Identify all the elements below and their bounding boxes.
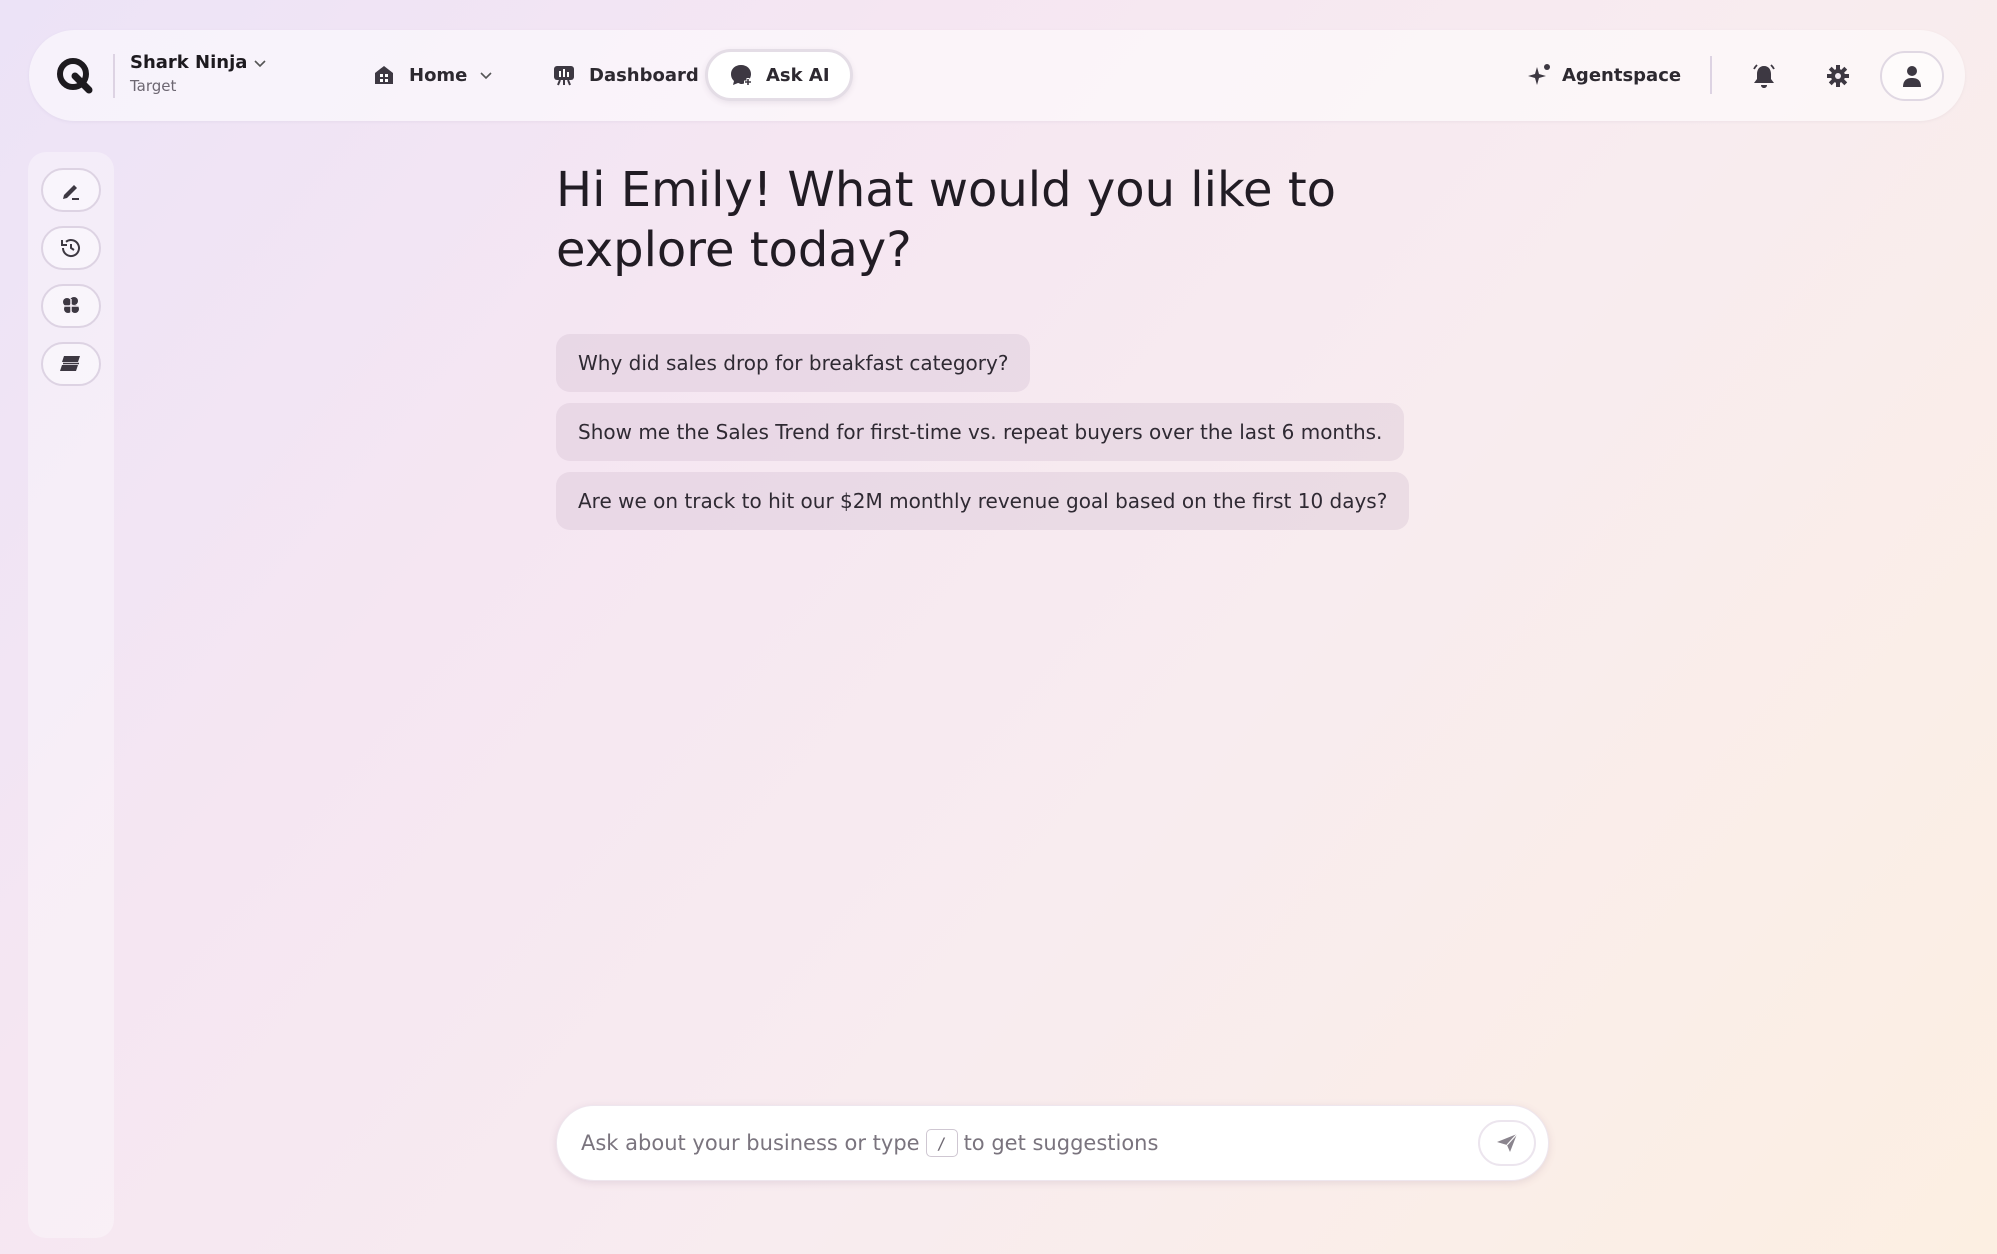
- nav-dashboard[interactable]: Dashboard: [529, 50, 721, 100]
- nav-ask-ai-label: Ask AI: [766, 64, 830, 86]
- brand-divider: [113, 54, 115, 98]
- new-chat-button[interactable]: [41, 168, 101, 212]
- history-icon: [61, 239, 80, 257]
- sparkle-icon: [1528, 64, 1550, 85]
- send-icon: [1497, 1133, 1518, 1152]
- brand-switcher[interactable]: Shark Ninja Target: [130, 52, 267, 95]
- settings-button[interactable]: [1818, 56, 1858, 96]
- user-icon: [1903, 66, 1921, 87]
- home-icon: [375, 66, 393, 84]
- top-navigation-bar: Shark Ninja Target Home Dashboard Ask AI: [29, 30, 1965, 121]
- notifications-button[interactable]: [1744, 56, 1784, 96]
- nav-home-label: Home: [409, 64, 468, 86]
- agentspace-button[interactable]: Agentspace: [1526, 50, 1681, 100]
- chat-input-placeholder: Ask about your business or type / to get…: [581, 1129, 1158, 1157]
- greeting-heading: Hi Emily! What would you like to explore…: [556, 162, 1337, 278]
- chevron-down-icon: [254, 59, 266, 67]
- left-sidebar: [28, 152, 114, 1238]
- nav-home[interactable]: Home: [349, 50, 515, 100]
- send-button[interactable]: [1478, 1120, 1536, 1166]
- ai-chat-icon: [731, 65, 752, 86]
- brain-icon: [63, 297, 79, 313]
- placeholder-text-suffix: to get suggestions: [963, 1131, 1159, 1155]
- library-button[interactable]: [41, 342, 101, 386]
- chevron-down-icon: [480, 72, 492, 80]
- chat-input[interactable]: Ask about your business or type / to get…: [556, 1105, 1549, 1181]
- brand-name: Shark Ninja: [130, 52, 248, 73]
- dashboard-icon: [554, 66, 574, 86]
- pencil-icon: [63, 185, 79, 200]
- layers-icon: [60, 356, 80, 371]
- brand-subtitle: Target: [130, 77, 177, 95]
- header-divider: [1710, 56, 1712, 94]
- suggestion-chip[interactable]: Are we on track to hit our $2M monthly r…: [556, 472, 1410, 530]
- gear-icon: [1827, 65, 1849, 87]
- suggestion-chip[interactable]: Why did sales drop for breakfast categor…: [556, 334, 1031, 392]
- app-logo-icon[interactable]: [53, 54, 97, 98]
- nav-dashboard-label: Dashboard: [589, 64, 699, 86]
- insights-button[interactable]: [41, 284, 101, 328]
- user-avatar-button[interactable]: [1880, 51, 1944, 101]
- placeholder-text: Ask about your business or type: [581, 1131, 920, 1155]
- slash-key-hint: /: [925, 1129, 958, 1157]
- agentspace-label: Agentspace: [1562, 64, 1682, 86]
- history-button[interactable]: [41, 226, 101, 270]
- bell-icon: [1753, 64, 1775, 88]
- nav-ask-ai[interactable]: Ask AI: [705, 49, 853, 101]
- suggestion-chip[interactable]: Show me the Sales Trend for first-time v…: [556, 403, 1405, 461]
